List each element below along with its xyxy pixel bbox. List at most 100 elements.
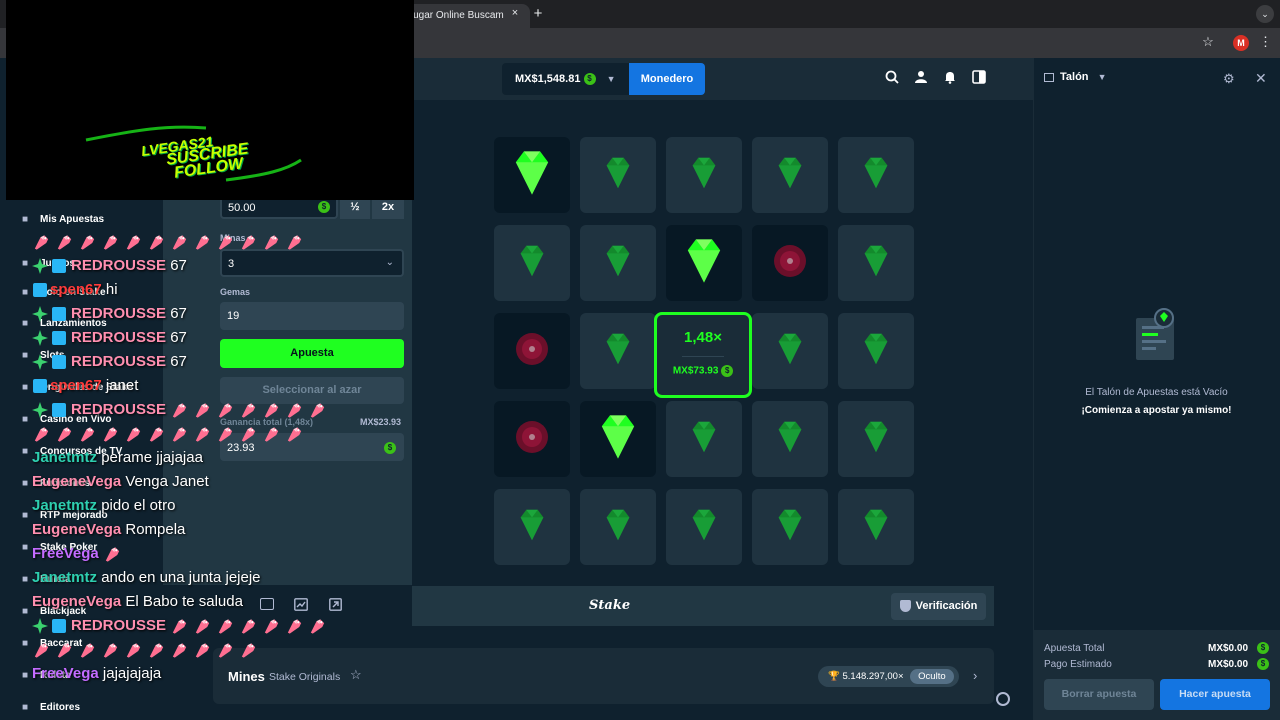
favorite-star-icon[interactable]: ☆ (350, 667, 362, 683)
coin-icon: $ (721, 365, 734, 377)
gem-icon (857, 154, 895, 197)
mines-tile[interactable] (752, 489, 828, 565)
chat-text: 67 (170, 305, 187, 322)
coin-icon: $ (583, 73, 596, 86)
mines-tile[interactable] (666, 225, 742, 301)
chat-emote-icon (78, 233, 101, 250)
bet-amount-value: 50.00 (228, 202, 256, 214)
chat-username: REDROUSSE (71, 617, 167, 634)
editor-icon: ■ (22, 702, 29, 713)
chat-badge-icon (32, 329, 71, 347)
chat-text: 67 (170, 329, 187, 346)
new-tab-icon[interactable]: + (530, 5, 546, 23)
mines-tile[interactable] (666, 401, 742, 477)
max-win-pill[interactable]: 🏆 5.148.297,00× Oculto (818, 666, 959, 687)
gem-icon (513, 242, 551, 285)
mines-tile[interactable] (752, 225, 828, 301)
mine-icon (770, 241, 810, 286)
mines-tile[interactable] (494, 225, 570, 301)
place-bet-button[interactable]: Hacer apuesta (1160, 679, 1270, 710)
betslip-title[interactable]: Talón ▼ (1044, 71, 1107, 83)
chat-message: FreeVega jajajajaja (32, 664, 161, 684)
theater-mode-icon[interactable] (260, 598, 274, 610)
gem-icon (857, 506, 895, 549)
sidebar-item-label: Editores (40, 702, 81, 713)
sidebar-toggle-icon[interactable] (971, 70, 987, 86)
chat-emote-icon (193, 425, 216, 442)
mines-tile[interactable] (580, 225, 656, 301)
bet-button[interactable]: Apuesta (220, 339, 404, 368)
mines-tile[interactable] (838, 225, 914, 301)
gear-icon[interactable]: ⚙ (1223, 71, 1235, 87)
mines-tile[interactable] (580, 401, 656, 477)
chat-emote-icon (170, 401, 193, 418)
mines-tile[interactable] (494, 137, 570, 213)
window-menu-icon[interactable]: ⌄ (1256, 5, 1274, 23)
sidebar-item[interactable]: ■ Mis Apuestas (22, 214, 162, 232)
coin-icon: $ (1257, 658, 1269, 670)
chat-emote-icon (147, 233, 170, 250)
mines-tile[interactable] (494, 489, 570, 565)
mines-tile[interactable] (752, 313, 828, 389)
chat-emote-icon (32, 641, 55, 658)
mines-tile[interactable] (752, 401, 828, 477)
chat-text: 67 (170, 353, 187, 370)
sidebar-item[interactable]: ■ Editores (22, 702, 162, 720)
balance-selector[interactable]: MX$1,548.81 $ ▼ (502, 63, 629, 95)
browser-menu-icon[interactable]: ⋮ (1259, 34, 1272, 50)
chat-badge-icon (32, 353, 71, 371)
chat-emote-icon (216, 617, 239, 634)
mines-tile[interactable] (666, 137, 742, 213)
mines-tile[interactable] (838, 313, 914, 389)
stats-icon[interactable] (294, 598, 308, 614)
chat-emote-icon (170, 641, 193, 658)
bookmark-star-icon[interactable]: ☆ (1200, 34, 1216, 50)
popout-icon[interactable] (329, 598, 342, 616)
chat-message: REDROUSSE (32, 616, 331, 636)
chat-emote-icon (170, 425, 193, 442)
gem-icon (857, 330, 895, 373)
notification-bell-icon[interactable] (942, 70, 958, 86)
mines-tile[interactable] (838, 137, 914, 213)
clear-bet-button[interactable]: Borrar apuesta (1044, 679, 1154, 710)
chat-username: Janetmtz (32, 449, 98, 466)
mines-tile[interactable] (580, 489, 656, 565)
chat-message: spen67 hi (32, 280, 118, 300)
mines-value: 3 (228, 258, 235, 270)
mines-tile[interactable] (494, 401, 570, 477)
chat-text: janet (105, 377, 139, 394)
est-payout-value: MX$0.00 (1208, 659, 1249, 670)
chat-emote-icon (101, 425, 124, 442)
mines-tile[interactable] (752, 137, 828, 213)
close-icon[interactable]: ✕ (1255, 70, 1267, 87)
mines-tile[interactable] (580, 137, 656, 213)
support-headset-icon[interactable] (996, 692, 1010, 706)
chat-badge-icon (32, 401, 71, 419)
mines-tile[interactable] (838, 401, 914, 477)
chevron-right-icon[interactable]: › (973, 668, 977, 683)
chat-message: REDROUSSE 67 (32, 328, 187, 348)
chat-emote-icon (78, 641, 101, 658)
chat-emote-icon (147, 641, 170, 658)
mines-tile[interactable] (838, 489, 914, 565)
gem-icon (685, 506, 723, 549)
chat-emote-icon (239, 233, 262, 250)
chat-emote-icon (170, 233, 193, 250)
mines-tile[interactable] (580, 313, 656, 389)
user-icon[interactable] (913, 70, 929, 86)
mines-tile[interactable] (666, 489, 742, 565)
chat-badge-icon (32, 305, 71, 323)
profile-avatar[interactable]: M (1233, 35, 1249, 51)
mines-tile[interactable] (494, 313, 570, 389)
chat-emote-icon (308, 617, 331, 634)
search-icon[interactable] (884, 70, 900, 86)
chat-message: Janetmtz pido el otro (32, 496, 175, 516)
verification-button[interactable]: Verificación (891, 593, 986, 620)
wallet-button[interactable]: Monedero (629, 63, 705, 95)
chat-emote-icon (193, 641, 216, 658)
game-provider[interactable]: Stake Originals (269, 671, 340, 683)
chat-username: Janetmtz (32, 497, 98, 514)
gem-icon (685, 154, 723, 197)
mines-select[interactable]: 3 ⌄ (220, 249, 404, 277)
tab-close-icon[interactable]: × (508, 7, 522, 21)
